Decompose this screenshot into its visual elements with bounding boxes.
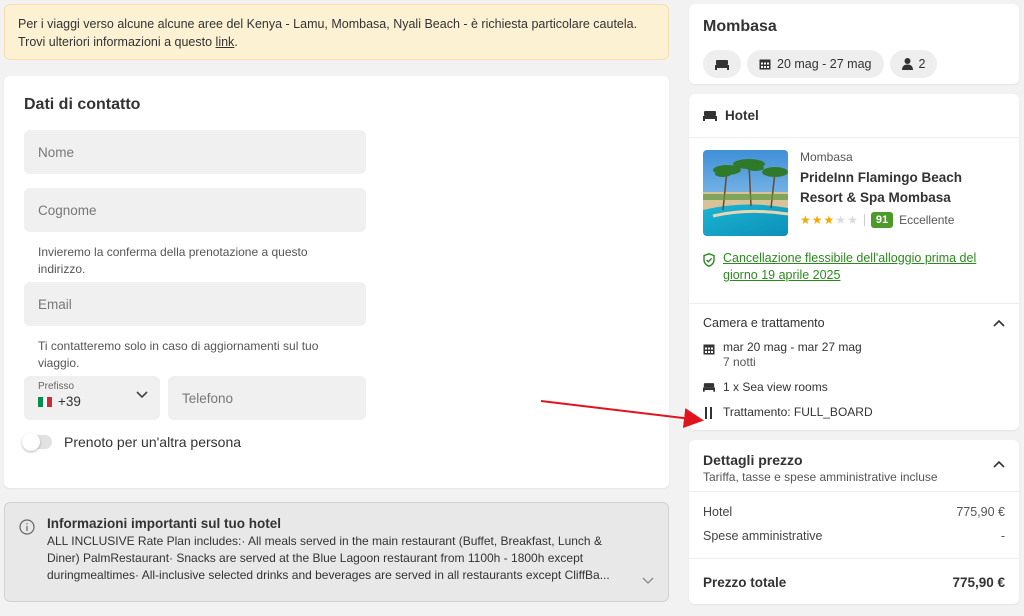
contact-title: Dati di contatto: [24, 96, 141, 113]
guests-count: 2: [918, 57, 926, 71]
contact-form-card: Dati di contatto Nome Cognome Invieremo …: [4, 76, 669, 488]
sidebar: Mombasa 20 mag - 27 mag 2 Hotel Mombasa …: [689, 4, 1019, 604]
travel-warning-banner: Per i viaggi verso alcune alcune aree de…: [4, 4, 669, 60]
review-score-label: Eccellente: [899, 213, 955, 227]
person-icon: [901, 58, 913, 70]
star-icon: ★: [835, 213, 847, 227]
prefix-value: +39: [58, 394, 81, 409]
board-type: Trattamento: FULL_BOARD: [723, 405, 873, 419]
chevron-up-icon[interactable]: [993, 460, 1005, 468]
chevron-up-icon[interactable]: [993, 319, 1005, 327]
other-person-toggle[interactable]: [22, 433, 52, 451]
price-row-label: Hotel: [703, 505, 733, 519]
hotel-photo[interactable]: [703, 150, 788, 236]
phone-hint: Ti contatteremo solo in caso di aggiorna…: [38, 339, 319, 370]
cutlery-icon: [705, 407, 712, 419]
hotel-info-text: ALL INCLUSIVE Rate Plan includes:· All m…: [47, 534, 610, 582]
warning-link[interactable]: link: [216, 35, 235, 49]
other-person-label: Prenoto per un'altra persona: [64, 434, 242, 450]
hotel-info-box[interactable]: Informazioni importanti sul tuo hotel AL…: [4, 502, 669, 602]
first-name-field[interactable]: Nome: [24, 130, 366, 174]
prefix-label: Prefisso: [38, 381, 75, 392]
last-name-field[interactable]: Cognome: [24, 188, 366, 232]
chevron-down-icon: [136, 391, 148, 399]
hotel-card: Hotel Mombasa PrideInn Flamingo Beach Re…: [689, 94, 1019, 430]
phone-field[interactable]: Telefono: [168, 376, 366, 420]
price-total-row: Prezzo totale 775,90 €: [689, 558, 1019, 606]
email-hint: Invieremo la conferma della prenotazione…: [38, 245, 308, 276]
bed-icon: [715, 59, 729, 70]
hotel-info-title: Informazioni importanti sul tuo hotel: [47, 516, 281, 531]
warning-line-2: Trovi ulteriori informazioni a questo li…: [18, 33, 655, 51]
price-title: Dettagli prezzo: [703, 452, 803, 468]
bed-icon: [703, 383, 715, 392]
calendar-icon: [703, 344, 715, 355]
star-icon: ★: [823, 213, 835, 227]
calendar-icon: [759, 59, 771, 70]
price-details-card: Dettagli prezzo Tariffa, tasse e spese a…: [689, 440, 1019, 604]
star-icon: ★: [847, 213, 858, 227]
price-row-label: Spese amministrative: [703, 529, 823, 543]
guests-chip[interactable]: 2: [889, 50, 938, 78]
hotel-section-title: Hotel: [725, 108, 759, 123]
dates-chip[interactable]: 20 mag - 27 mag: [747, 50, 884, 78]
main-column: Per i viaggi verso alcune alcune aree de…: [4, 4, 669, 602]
price-row-value: -: [1000, 529, 1005, 543]
price-row-value: 775,90 €: [956, 505, 1005, 519]
italy-flag-icon: [38, 396, 53, 407]
warning-line-1: Per i viaggi verso alcune alcune aree de…: [18, 17, 638, 31]
price-row: Spese amministrative -: [689, 524, 1019, 548]
warning-text: Trovi ulteriori informazioni a questo: [18, 35, 216, 49]
hotel-name[interactable]: PrideInn Flamingo Beach Resort & Spa Mom…: [800, 168, 1005, 208]
star-icon: ★: [800, 213, 811, 227]
trip-summary-card: Mombasa 20 mag - 27 mag 2: [689, 4, 1019, 84]
dates-text: 20 mag - 27 mag: [777, 57, 872, 71]
divider: [863, 214, 865, 226]
bed-icon: [703, 111, 717, 121]
bed-chip[interactable]: [703, 50, 741, 78]
warning-text-end: .: [234, 35, 238, 49]
hotel-city: Mombasa: [800, 150, 853, 164]
review-score-badge: 91: [870, 212, 894, 228]
star-rating: ★ ★ ★ ★ ★: [800, 214, 858, 226]
chevron-down-icon[interactable]: [642, 577, 654, 585]
total-label: Prezzo totale: [703, 575, 787, 590]
room-section-title: Camera e trattamento: [703, 316, 825, 330]
destination-title: Mombasa: [703, 18, 777, 35]
stay-nights: 7 notti: [723, 355, 756, 369]
info-icon: [19, 519, 35, 535]
shield-check-icon: [703, 253, 715, 267]
price-row: Hotel 775,90 €: [689, 500, 1019, 524]
phone-prefix-select[interactable]: Prefisso +39: [24, 376, 160, 420]
cancellation-link[interactable]: Cancellazione flessibile dell'alloggio p…: [723, 250, 1005, 284]
email-field[interactable]: Email: [24, 282, 366, 326]
price-subtitle: Tariffa, tasse e spese amministrative in…: [703, 470, 938, 484]
hotel-section-header: Hotel: [689, 94, 1019, 138]
total-value: 775,90 €: [952, 575, 1005, 590]
stay-dates: mar 20 mag - mar 27 mag: [723, 340, 862, 354]
star-icon: ★: [811, 213, 823, 227]
room-section: Camera e trattamento mar 20 mag - mar 27…: [689, 304, 1019, 432]
room-type: 1 x Sea view rooms: [723, 380, 828, 394]
